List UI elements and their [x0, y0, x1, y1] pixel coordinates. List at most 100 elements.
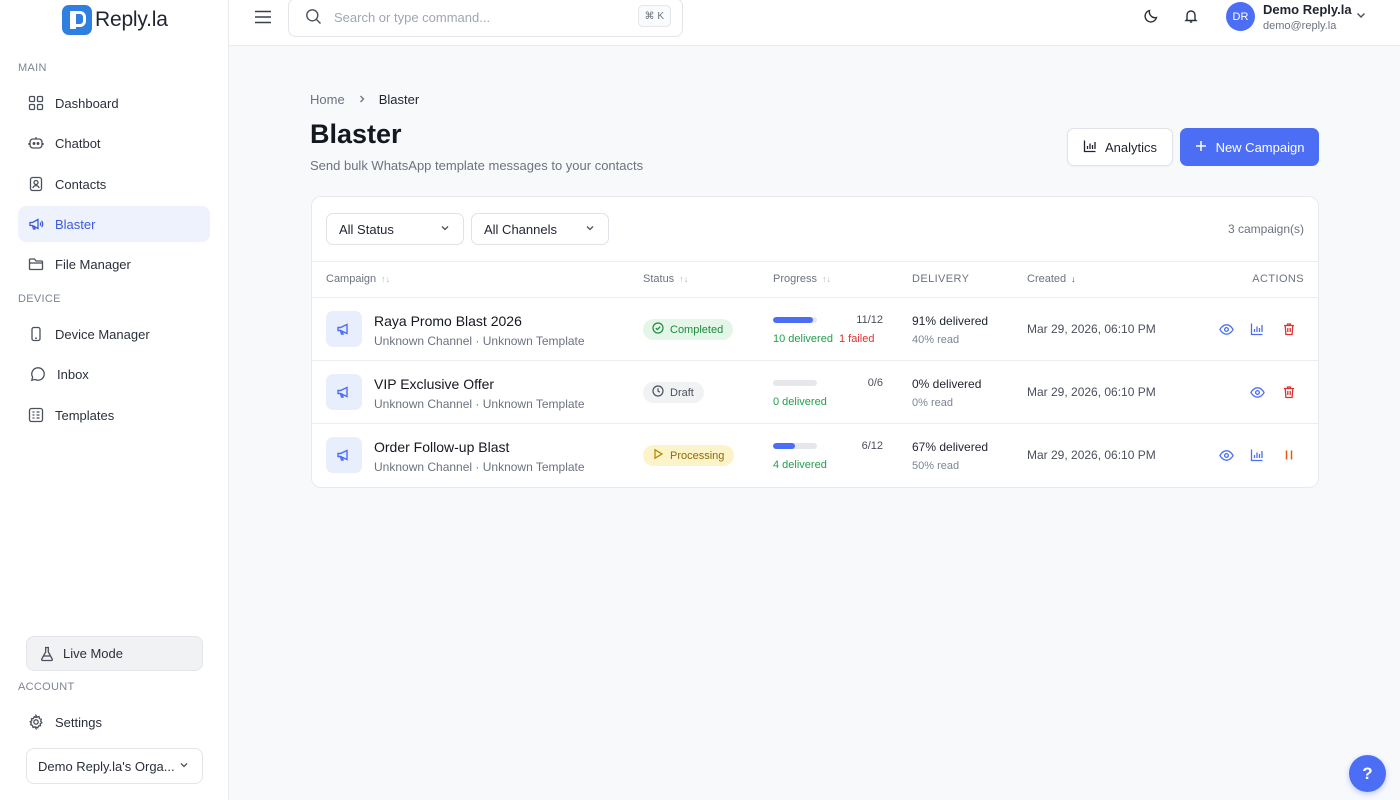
- new-campaign-button[interactable]: New Campaign: [1180, 128, 1319, 166]
- campaign-name[interactable]: Raya Promo Blast 2026: [374, 313, 522, 329]
- read-rate: 0% read: [912, 397, 953, 409]
- sidebar-item-inbox[interactable]: Inbox: [18, 356, 210, 392]
- organization-select[interactable]: Demo Reply.la's Orga...: [26, 748, 203, 784]
- status-label: Processing: [670, 449, 725, 462]
- sidebar-item-chatbot[interactable]: Chatbot: [18, 125, 210, 161]
- read-rate: 50% read: [912, 460, 960, 472]
- status-filter-select[interactable]: All Status: [326, 213, 464, 245]
- sort-desc-icon: ↓: [1071, 274, 1076, 284]
- section-label-account: ACCOUNT: [18, 681, 75, 693]
- read-rate: 40% read: [912, 334, 960, 346]
- folder-icon: [28, 256, 44, 272]
- help-button[interactable]: ?: [1349, 755, 1386, 792]
- analytics-button[interactable]: Analytics: [1067, 128, 1173, 166]
- campaign-name[interactable]: VIP Exclusive Offer: [374, 376, 494, 392]
- section-label-main: MAIN: [18, 62, 47, 74]
- campaign-name[interactable]: Order Follow-up Blast: [374, 439, 509, 455]
- column-header-status[interactable]: Status ↑↓: [643, 273, 688, 285]
- column-header-label: Campaign: [326, 273, 377, 285]
- sidebar-item-blaster[interactable]: Blaster: [18, 206, 210, 242]
- channel-filter-select[interactable]: All Channels: [471, 213, 609, 245]
- sidebar-item-label: Device Manager: [55, 326, 150, 342]
- delivery-rate: 0% delivered: [912, 377, 982, 391]
- plus-icon: [1195, 140, 1207, 155]
- avatar[interactable]: DR: [1226, 2, 1255, 31]
- sidebar-item-device-manager[interactable]: Device Manager: [18, 316, 210, 352]
- progress-delivered: 4 delivered: [773, 459, 827, 471]
- column-header-campaign[interactable]: Campaign ↑↓: [326, 273, 390, 285]
- table-row[interactable]: Order Follow-up Blast Unknown Channel · …: [312, 424, 1318, 487]
- bar-chart-icon[interactable]: [1249, 321, 1265, 337]
- column-header-label: DELIVERY: [912, 273, 970, 285]
- campaign-meta: Unknown Channel · Unknown Template: [374, 397, 585, 411]
- contact-card-icon: [28, 176, 44, 192]
- page-title: Blaster: [310, 119, 402, 149]
- user-menu-chevron-icon[interactable]: [1354, 8, 1368, 22]
- megaphone-icon: [28, 216, 44, 232]
- grid-icon: [28, 95, 44, 111]
- progress-bar: [773, 380, 817, 386]
- theme-toggle-button[interactable]: [1141, 7, 1161, 27]
- sidebar-item-label: Dashboard: [55, 95, 119, 111]
- progress-delivered: 10 delivered: [773, 333, 833, 345]
- live-mode-toggle[interactable]: Live Mode: [26, 636, 203, 671]
- sidebar-item-dashboard[interactable]: Dashboard: [18, 85, 210, 121]
- brand-logo[interactable]: Reply.la: [62, 4, 168, 36]
- eye-icon[interactable]: [1218, 321, 1234, 337]
- gear-icon: [28, 714, 44, 730]
- sidebar-item-settings[interactable]: Settings: [18, 704, 210, 740]
- live-mode-label: Live Mode: [63, 646, 123, 661]
- table-row[interactable]: Raya Promo Blast 2026 Unknown Channel · …: [312, 298, 1318, 361]
- delivery-rate: 91% delivered: [912, 314, 989, 328]
- column-header-created[interactable]: Created ↓: [1027, 273, 1076, 285]
- column-header-label: ACTIONS: [1252, 273, 1304, 285]
- search-box[interactable]: ⌘ K: [288, 0, 683, 37]
- table-row[interactable]: VIP Exclusive Offer Unknown Channel · Un…: [312, 361, 1318, 424]
- moon-icon: [1143, 8, 1159, 27]
- table-header: Campaign ↑↓ Status ↑↓ Progress ↑↓ DELIVE…: [312, 261, 1318, 298]
- bar-chart-icon[interactable]: [1249, 447, 1265, 463]
- brand-name: Reply.la: [95, 8, 168, 31]
- progress-delivered: 0 delivered: [773, 396, 827, 408]
- check-circle-icon: [652, 322, 664, 337]
- trash-icon[interactable]: [1281, 384, 1297, 400]
- progress-failed: 1 failed: [839, 333, 875, 345]
- delivery-rate: 67% delivered: [912, 440, 989, 454]
- hamburger-icon: [254, 9, 272, 28]
- page-subtitle: Send bulk WhatsApp template messages to …: [310, 158, 644, 173]
- breadcrumb-home[interactable]: Home: [310, 92, 345, 107]
- eye-icon[interactable]: [1249, 384, 1265, 400]
- sidebar-item-contacts[interactable]: Contacts: [18, 166, 210, 202]
- column-header-progress[interactable]: Progress ↑↓: [773, 273, 831, 285]
- search-input[interactable]: [334, 10, 624, 25]
- chevron-down-icon: [584, 222, 596, 237]
- pause-icon[interactable]: [1281, 447, 1297, 463]
- megaphone-icon: [326, 374, 362, 410]
- trash-icon[interactable]: [1281, 321, 1297, 337]
- campaign-meta: Unknown Channel · Unknown Template: [374, 334, 585, 348]
- search-icon: [305, 8, 322, 28]
- eye-icon[interactable]: [1218, 447, 1234, 463]
- user-email: demo@reply.la: [1263, 20, 1337, 32]
- progress-fill: [773, 443, 795, 449]
- sidebar-item-label: File Manager: [55, 256, 131, 272]
- user-name: Demo Reply.la: [1263, 2, 1352, 17]
- menu-toggle-button[interactable]: [253, 8, 273, 28]
- sidebar-item-templates[interactable]: Templates: [18, 397, 210, 433]
- campaign-meta: Unknown Channel · Unknown Template: [374, 460, 585, 474]
- smartphone-icon: [28, 326, 44, 342]
- sort-icon: ↑↓: [381, 274, 391, 284]
- campaign-count: 3 campaign(s): [1227, 222, 1304, 236]
- status-badge: Completed: [643, 319, 734, 340]
- status-filter-value: All Status: [339, 221, 394, 237]
- breadcrumb-current: Blaster: [378, 92, 420, 107]
- notifications-button[interactable]: [1181, 7, 1201, 27]
- progress-fill: [773, 317, 814, 323]
- column-header-label: Created: [1027, 273, 1067, 285]
- status-badge: Draft: [643, 382, 704, 403]
- bot-icon: [28, 135, 44, 151]
- sidebar-item-file-manager[interactable]: File Manager: [18, 246, 210, 282]
- created-date: Mar 29, 2026, 06:10 PM: [1027, 385, 1156, 399]
- created-date: Mar 29, 2026, 06:10 PM: [1027, 322, 1156, 336]
- sidebar-item-label: Settings: [55, 714, 102, 730]
